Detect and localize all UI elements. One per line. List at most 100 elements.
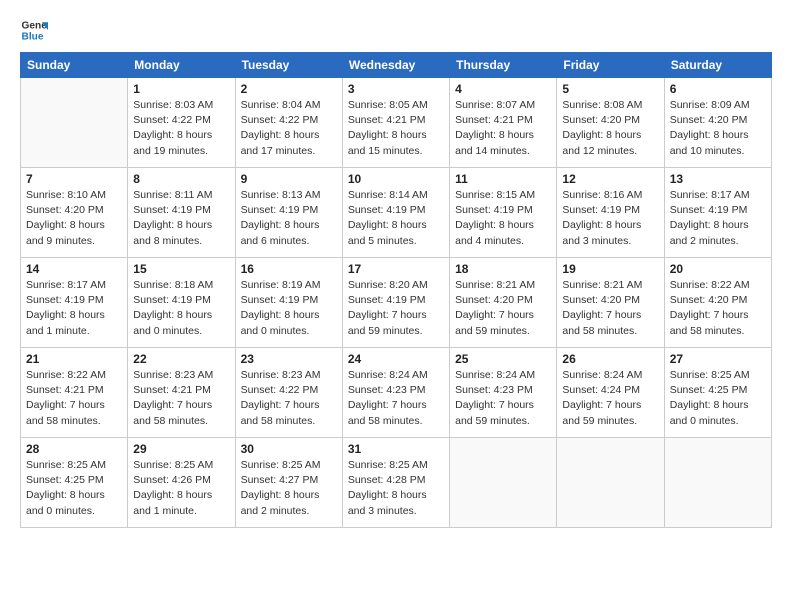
day-number: 25 xyxy=(455,352,551,366)
day-number: 28 xyxy=(26,442,122,456)
day-number: 31 xyxy=(348,442,444,456)
calendar-cell: 24 Sunrise: 8:24 AMSunset: 4:23 PMDayligh… xyxy=(342,348,449,438)
day-info: Sunrise: 8:08 AMSunset: 4:20 PMDaylight:… xyxy=(562,98,658,159)
day-info: Sunrise: 8:24 AMSunset: 4:23 PMDaylight:… xyxy=(348,368,444,429)
day-number: 3 xyxy=(348,82,444,96)
calendar-table: SundayMondayTuesdayWednesdayThursdayFrid… xyxy=(20,52,772,528)
calendar-cell: 1Sunrise: 8:03 AMSunset: 4:22 PMDaylight… xyxy=(128,78,235,168)
calendar-cell: 27 Sunrise: 8:25 AMSunset: 4:25 PMDayligh… xyxy=(664,348,771,438)
calendar-header-tuesday: Tuesday xyxy=(235,53,342,78)
day-info: Sunrise: 8:11 AMSunset: 4:19 PMDaylight:… xyxy=(133,188,229,249)
calendar-cell: 8 Sunrise: 8:11 AMSunset: 4:19 PMDaylight… xyxy=(128,168,235,258)
calendar-header-sunday: Sunday xyxy=(21,53,128,78)
day-number: 24 xyxy=(348,352,444,366)
calendar-header-wednesday: Wednesday xyxy=(342,53,449,78)
calendar-cell: 3 Sunrise: 8:05 AMSunset: 4:21 PMDaylight… xyxy=(342,78,449,168)
day-number: 30 xyxy=(241,442,337,456)
day-info: Sunrise: 8:25 AMSunset: 4:27 PMDaylight:… xyxy=(241,458,337,519)
logo: General Blue xyxy=(20,16,50,44)
day-info: Sunrise: 8:25 AMSunset: 4:28 PMDaylight:… xyxy=(348,458,444,519)
calendar-cell xyxy=(21,78,128,168)
day-info: Sunrise: 8:03 AMSunset: 4:22 PMDaylight:… xyxy=(133,98,229,159)
svg-text:General: General xyxy=(22,20,48,31)
calendar-cell: 7 Sunrise: 8:10 AMSunset: 4:20 PMDaylight… xyxy=(21,168,128,258)
logo-icon: General Blue xyxy=(20,16,48,44)
day-info: Sunrise: 8:10 AMSunset: 4:20 PMDaylight:… xyxy=(26,188,122,249)
day-number: 17 xyxy=(348,262,444,276)
day-number: 6 xyxy=(670,82,766,96)
day-info: Sunrise: 8:20 AMSunset: 4:19 PMDaylight:… xyxy=(348,278,444,339)
day-number: 13 xyxy=(670,172,766,186)
calendar-header-saturday: Saturday xyxy=(664,53,771,78)
calendar-week-1: 7 Sunrise: 8:10 AMSunset: 4:20 PMDaylight… xyxy=(21,168,772,258)
day-info: Sunrise: 8:13 AMSunset: 4:19 PMDaylight:… xyxy=(241,188,337,249)
calendar-cell: 13Sunrise: 8:17 AMSunset: 4:19 PMDayligh… xyxy=(664,168,771,258)
day-number: 16 xyxy=(241,262,337,276)
day-number: 22 xyxy=(133,352,229,366)
day-number: 20 xyxy=(670,262,766,276)
day-number: 2 xyxy=(241,82,337,96)
day-info: Sunrise: 8:05 AMSunset: 4:21 PMDaylight:… xyxy=(348,98,444,159)
calendar-header-thursday: Thursday xyxy=(450,53,557,78)
day-number: 10 xyxy=(348,172,444,186)
main-container: General Blue SundayMondayTuesdayWednesda… xyxy=(0,0,792,612)
calendar-cell: 18 Sunrise: 8:21 AMSunset: 4:20 PMDayligh… xyxy=(450,258,557,348)
day-number: 8 xyxy=(133,172,229,186)
day-info: Sunrise: 8:24 AMSunset: 4:23 PMDaylight:… xyxy=(455,368,551,429)
day-number: 23 xyxy=(241,352,337,366)
day-number: 19 xyxy=(562,262,658,276)
calendar-cell: 15Sunrise: 8:18 AMSunset: 4:19 PMDayligh… xyxy=(128,258,235,348)
day-info: Sunrise: 8:21 AMSunset: 4:20 PMDaylight:… xyxy=(455,278,551,339)
calendar-cell: 14 Sunrise: 8:17 AMSunset: 4:19 PMDayligh… xyxy=(21,258,128,348)
calendar-cell: 11Sunrise: 8:15 AMSunset: 4:19 PMDayligh… xyxy=(450,168,557,258)
day-number: 11 xyxy=(455,172,551,186)
calendar-cell: 22Sunrise: 8:23 AMSunset: 4:21 PMDayligh… xyxy=(128,348,235,438)
calendar-cell: 17 Sunrise: 8:20 AMSunset: 4:19 PMDayligh… xyxy=(342,258,449,348)
day-info: Sunrise: 8:17 AMSunset: 4:19 PMDaylight:… xyxy=(26,278,122,339)
day-number: 15 xyxy=(133,262,229,276)
calendar-week-2: 14 Sunrise: 8:17 AMSunset: 4:19 PMDayligh… xyxy=(21,258,772,348)
calendar-cell: 6 Sunrise: 8:09 AMSunset: 4:20 PMDaylight… xyxy=(664,78,771,168)
calendar-week-4: 28 Sunrise: 8:25 AMSunset: 4:25 PMDayligh… xyxy=(21,438,772,528)
day-number: 4 xyxy=(455,82,551,96)
calendar-header-row: SundayMondayTuesdayWednesdayThursdayFrid… xyxy=(21,53,772,78)
calendar-cell xyxy=(557,438,664,528)
day-number: 29 xyxy=(133,442,229,456)
calendar-week-3: 21 Sunrise: 8:22 AMSunset: 4:21 PMDayligh… xyxy=(21,348,772,438)
calendar-cell: 9 Sunrise: 8:13 AMSunset: 4:19 PMDaylight… xyxy=(235,168,342,258)
calendar-cell: 23 Sunrise: 8:23 AMSunset: 4:22 PMDayligh… xyxy=(235,348,342,438)
day-number: 21 xyxy=(26,352,122,366)
calendar-cell xyxy=(664,438,771,528)
day-info: Sunrise: 8:07 AMSunset: 4:21 PMDaylight:… xyxy=(455,98,551,159)
day-info: Sunrise: 8:04 AMSunset: 4:22 PMDaylight:… xyxy=(241,98,337,159)
day-info: Sunrise: 8:24 AMSunset: 4:24 PMDaylight:… xyxy=(562,368,658,429)
calendar-cell: 21 Sunrise: 8:22 AMSunset: 4:21 PMDayligh… xyxy=(21,348,128,438)
day-info: Sunrise: 8:25 AMSunset: 4:25 PMDaylight:… xyxy=(26,458,122,519)
calendar-cell: 20 Sunrise: 8:22 AMSunset: 4:20 PMDayligh… xyxy=(664,258,771,348)
day-number: 14 xyxy=(26,262,122,276)
calendar-header-friday: Friday xyxy=(557,53,664,78)
calendar-cell: 25 Sunrise: 8:24 AMSunset: 4:23 PMDayligh… xyxy=(450,348,557,438)
day-info: Sunrise: 8:22 AMSunset: 4:20 PMDaylight:… xyxy=(670,278,766,339)
day-info: Sunrise: 8:09 AMSunset: 4:20 PMDaylight:… xyxy=(670,98,766,159)
svg-text:Blue: Blue xyxy=(22,31,44,42)
day-info: Sunrise: 8:22 AMSunset: 4:21 PMDaylight:… xyxy=(26,368,122,429)
day-number: 9 xyxy=(241,172,337,186)
day-info: Sunrise: 8:23 AMSunset: 4:22 PMDaylight:… xyxy=(241,368,337,429)
calendar-cell: 10Sunrise: 8:14 AMSunset: 4:19 PMDayligh… xyxy=(342,168,449,258)
day-info: Sunrise: 8:25 AMSunset: 4:26 PMDaylight:… xyxy=(133,458,229,519)
calendar-cell: 19 Sunrise: 8:21 AMSunset: 4:20 PMDayligh… xyxy=(557,258,664,348)
day-number: 18 xyxy=(455,262,551,276)
calendar-cell: 31 Sunrise: 8:25 AMSunset: 4:28 PMDayligh… xyxy=(342,438,449,528)
day-info: Sunrise: 8:21 AMSunset: 4:20 PMDaylight:… xyxy=(562,278,658,339)
day-info: Sunrise: 8:25 AMSunset: 4:25 PMDaylight:… xyxy=(670,368,766,429)
day-info: Sunrise: 8:19 AMSunset: 4:19 PMDaylight:… xyxy=(241,278,337,339)
day-number: 27 xyxy=(670,352,766,366)
calendar-cell: 2 Sunrise: 8:04 AMSunset: 4:22 PMDaylight… xyxy=(235,78,342,168)
day-info: Sunrise: 8:16 AMSunset: 4:19 PMDaylight:… xyxy=(562,188,658,249)
calendar-cell: 26 Sunrise: 8:24 AMSunset: 4:24 PMDayligh… xyxy=(557,348,664,438)
day-number: 26 xyxy=(562,352,658,366)
calendar-cell: 30 Sunrise: 8:25 AMSunset: 4:27 PMDayligh… xyxy=(235,438,342,528)
header: General Blue xyxy=(20,16,772,44)
day-number: 7 xyxy=(26,172,122,186)
